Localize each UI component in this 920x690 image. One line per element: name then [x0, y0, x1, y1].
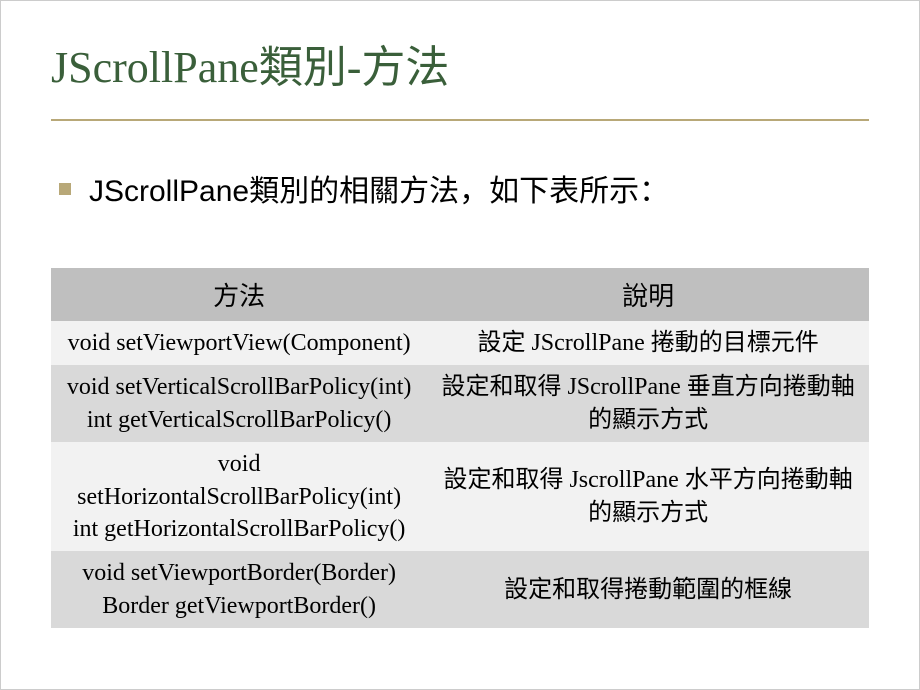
table-row: void setViewportView(Component) 設定 JScro…: [51, 321, 869, 365]
table-row: void setVerticalScrollBarPolicy(int)int …: [51, 365, 869, 442]
cell-desc: 設定和取得捲動範圍的框線: [427, 551, 869, 628]
bullet-suffix: 類別的相關方法，如下表所示：: [249, 175, 669, 208]
cell-method: void setViewportBorder(Border)Border get…: [51, 551, 427, 628]
table-row: void setHorizontalScrollBarPolicy(int)in…: [51, 442, 869, 551]
bullet-item: JScrollPane類別的相關方法，如下表所示：: [59, 171, 869, 213]
bullet-text: JScrollPane類別的相關方法，如下表所示：: [89, 171, 669, 213]
table-header-row: 方法 說明: [51, 268, 869, 321]
cell-desc: 設定 JScrollPane 捲動的目標元件: [427, 321, 869, 365]
cell-method: void setViewportView(Component): [51, 321, 427, 365]
square-bullet-icon: [59, 183, 71, 195]
cell-method: void setHorizontalScrollBarPolicy(int)in…: [51, 442, 427, 551]
header-desc: 說明: [427, 268, 869, 321]
bullet-prefix: JScrollPane: [89, 175, 249, 208]
slide-title: JScrollPane類別-方法: [51, 31, 869, 107]
table-row: void setViewportBorder(Border)Border get…: [51, 551, 869, 628]
table-body: void setViewportView(Component) 設定 JScro…: [51, 321, 869, 628]
slide-container: JScrollPane類別-方法 JScrollPane類別的相關方法，如下表所…: [1, 1, 919, 689]
cell-desc: 設定和取得 JscrollPane 水平方向捲動軸的顯示方式: [427, 442, 869, 551]
cell-method: void setVerticalScrollBarPolicy(int)int …: [51, 365, 427, 442]
header-method: 方法: [51, 268, 427, 321]
methods-table: 方法 說明 void setViewportView(Component) 設定…: [51, 268, 869, 628]
cell-desc: 設定和取得 JScrollPane 垂直方向捲動軸的顯示方式: [427, 365, 869, 442]
title-underline: [51, 119, 869, 121]
